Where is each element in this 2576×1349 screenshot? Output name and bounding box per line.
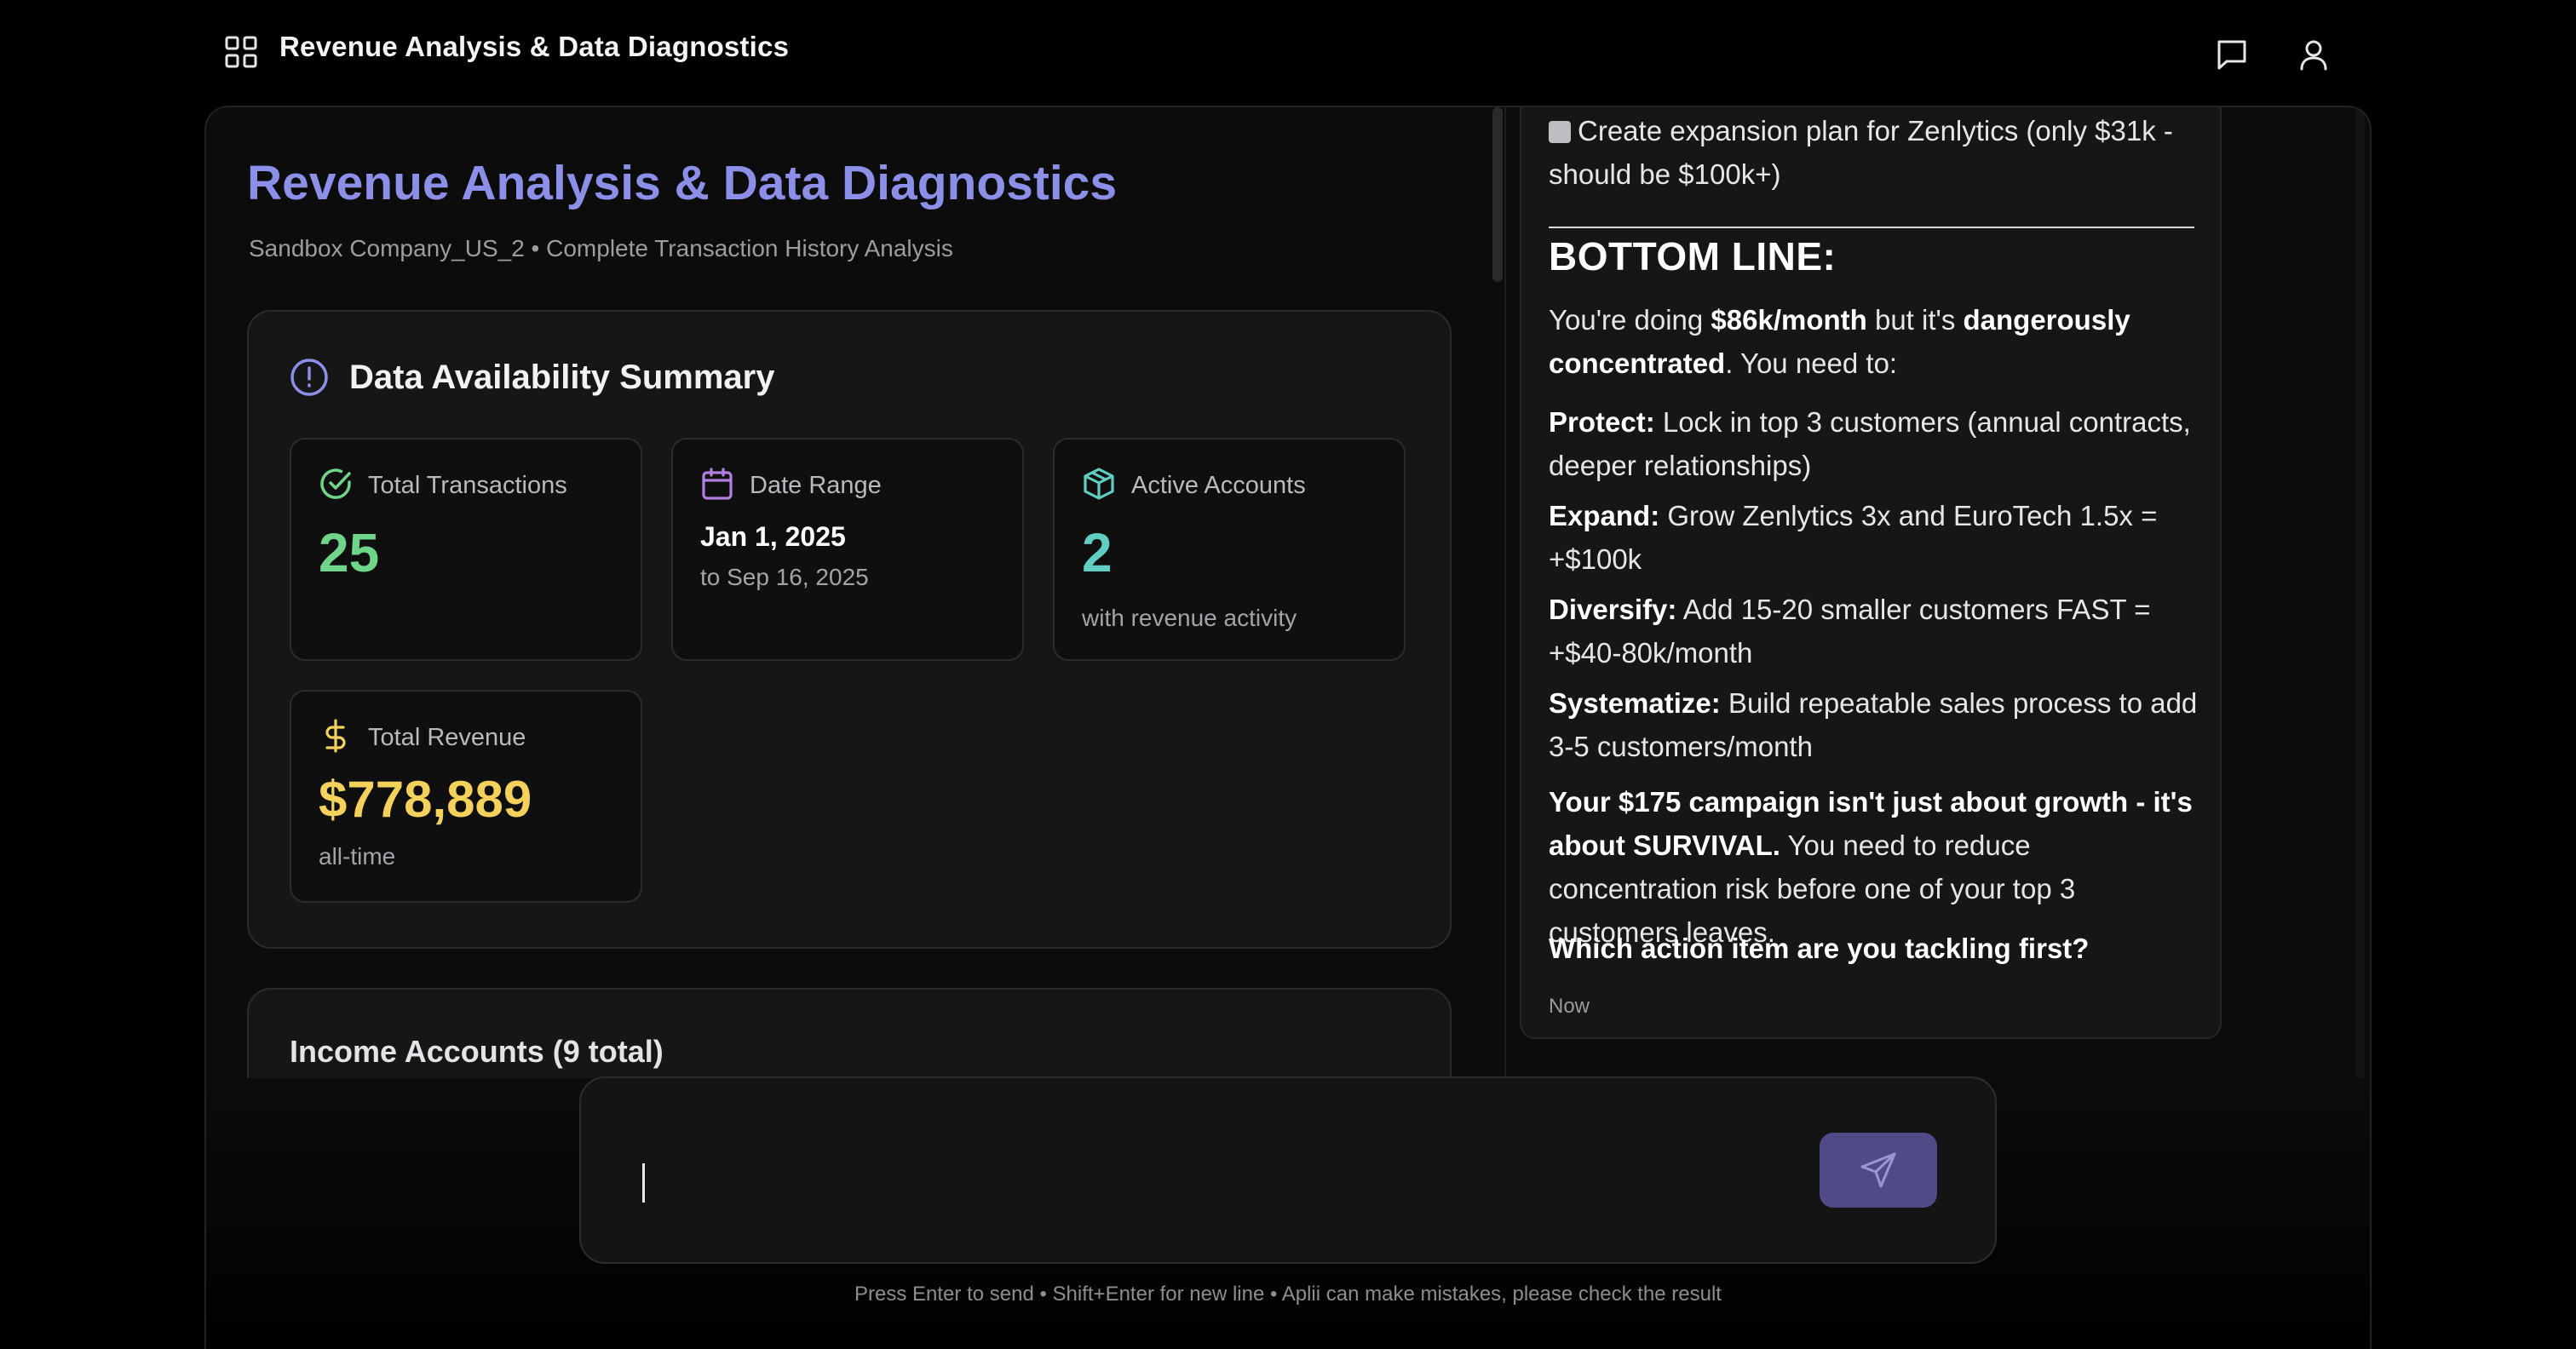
chat-icon (2217, 40, 2246, 70)
intro-text: . You need to: (1725, 347, 1898, 379)
dollar-icon (325, 719, 346, 753)
income-accounts-card: Income Accounts (9 total) (247, 988, 1452, 1078)
send-button[interactable] (1820, 1133, 1937, 1208)
summary-header: Data Availability Summary (290, 358, 774, 397)
checkbox[interactable] (1549, 121, 1571, 143)
stat-sub: all-time (319, 843, 396, 870)
action-systematize: Systematize: Build repeatable sales proc… (1549, 681, 2201, 768)
top-bar: Revenue Analysis & Data Diagnostics (0, 0, 2576, 104)
intro-text: You're doing (1549, 304, 1711, 336)
stat-label: Date Range (750, 472, 882, 499)
action-term: Systematize: (1549, 687, 1721, 719)
stat-value: 2 (1082, 522, 1113, 583)
stat-total-revenue: Total Revenue $778,889 all-time (290, 690, 642, 903)
user-button[interactable] (2291, 32, 2336, 77)
income-accounts-title: Income Accounts (9 total) (290, 1034, 664, 1069)
action-term: Expand: (1549, 500, 1660, 531)
action-term: Diversify: (1549, 594, 1677, 625)
canvas-scrollbar[interactable] (1492, 107, 1503, 282)
intro-text: but it's (1866, 304, 1964, 336)
page-subtitle: Sandbox Company_US_2 • Complete Transact… (249, 235, 953, 261)
stat-total-transactions: Total Transactions 25 (290, 438, 642, 661)
box-icon (1084, 468, 1114, 500)
check-circle-icon (320, 468, 351, 499)
grid-icon (225, 36, 257, 68)
bottom-line-heading: BOTTOM LINE: (1549, 234, 1837, 278)
stat-active-accounts: Active Accounts 2 with revenue activity (1053, 438, 1406, 661)
stat-date-range: Date Range Jan 1, 2025 to Sep 16, 2025 (671, 438, 1024, 661)
stat-label: Total Transactions (368, 472, 567, 499)
closing-question: Which action item are you tackling first… (1549, 933, 2090, 964)
send-icon (1860, 1152, 1896, 1188)
app-title: Revenue Analysis & Data Diagnostics (279, 31, 790, 62)
chat-button[interactable] (2210, 32, 2254, 77)
intro-paragraph: You're doing $86k/month but it's dangero… (1549, 298, 2201, 385)
message-composer[interactable] (579, 1076, 1997, 1264)
checklist-item: Create expansion plan for Zenlytics (onl… (1549, 109, 2201, 196)
page-title: Revenue Analysis & Data Diagnostics (247, 156, 1118, 210)
stat-label: Total Revenue (368, 724, 526, 751)
calendar-icon (702, 468, 733, 500)
composer-hint: Press Enter to send • Shift+Enter for ne… (854, 1283, 1722, 1306)
message-input[interactable] (649, 1155, 1757, 1209)
panel-divider[interactable] (1504, 107, 1506, 1078)
divider (1549, 227, 2194, 228)
report-canvas[interactable]: Revenue Analysis & Data Diagnostics Sand… (206, 107, 1484, 1078)
action-expand: Expand: Grow Zenlytics 3x and EuroTech 1… (1549, 494, 2201, 581)
stat-label: Active Accounts (1131, 472, 1306, 499)
stat-value: 25 (319, 522, 380, 583)
user-icon (2300, 40, 2327, 71)
chat-scrollbar[interactable] (2356, 107, 2365, 1078)
stat-value: $778,889 (319, 771, 532, 828)
summary-title: Data Availability Summary (349, 358, 775, 396)
stat-sub: with revenue activity (1082, 605, 1297, 631)
info-icon (290, 359, 328, 396)
checklist-item-text: Create expansion plan for Zenlytics (onl… (1549, 115, 2173, 190)
stat-value: Jan 1, 2025 (700, 521, 846, 552)
data-availability-card: Data Availability Summary Total Transact… (247, 310, 1452, 949)
action-term: Protect: (1549, 406, 1655, 438)
action-protect: Protect: Lock in top 3 customers (annual… (1549, 400, 2201, 487)
stat-sub: to Sep 16, 2025 (700, 564, 869, 590)
assistant-message: Create expansion plan for Zenlytics (onl… (1520, 107, 2222, 1039)
intro-bold-revenue: $86k/month (1711, 304, 1867, 336)
text-caret (642, 1163, 645, 1203)
message-timestamp: Now (1549, 995, 1590, 1018)
action-diversify: Diversify: Add 15-20 smaller customers F… (1549, 588, 2201, 674)
